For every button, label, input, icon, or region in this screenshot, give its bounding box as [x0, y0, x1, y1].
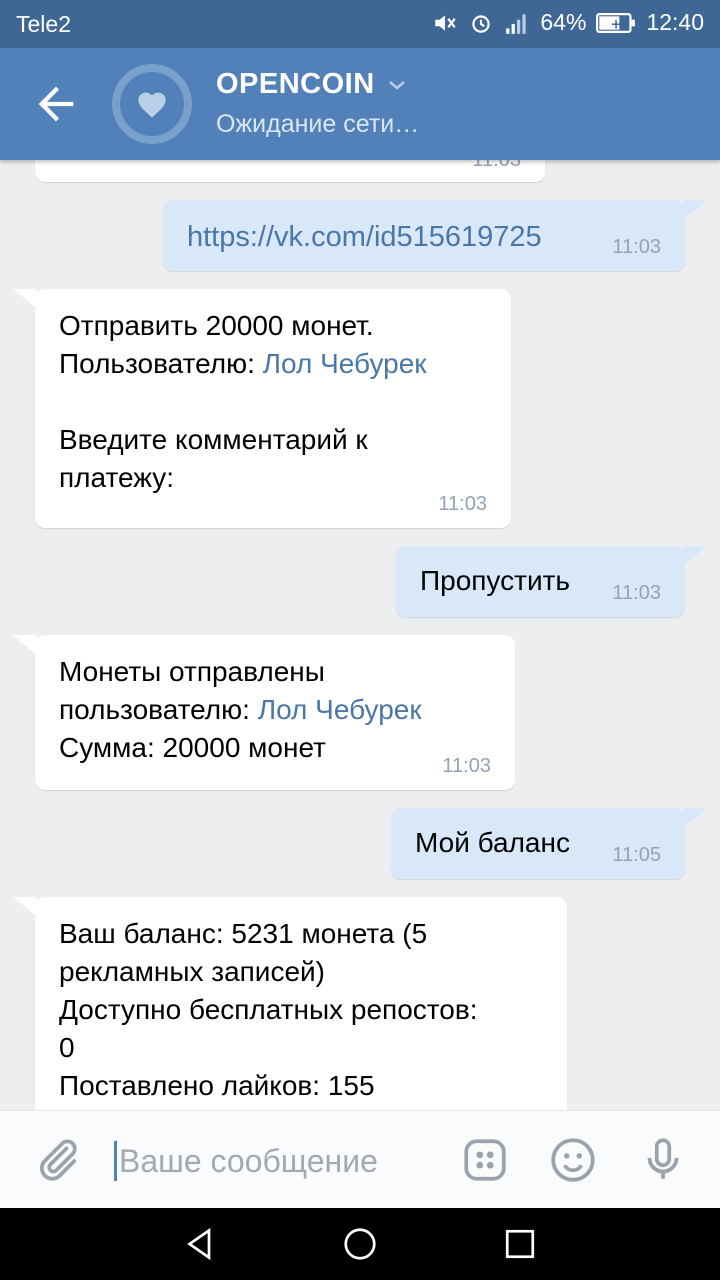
status-bar: Tele2 64% + 12:40: [0, 0, 720, 48]
message-outgoing[interactable]: https://vk.com/id515619725 11:03: [163, 200, 707, 271]
chat-status: Ожидание сети…: [216, 110, 420, 138]
message-incoming[interactable]: Монеты отправлены пользователю: Лол Чебу…: [13, 635, 515, 790]
message-line: Монеты отправлены: [59, 656, 325, 687]
keyboard-apps-icon[interactable]: [460, 1135, 510, 1185]
user-link[interactable]: Лол Чебурек: [258, 694, 422, 725]
message-time: 11:03: [438, 493, 487, 515]
message-link[interactable]: https://vk.com/id515619725: [187, 218, 542, 256]
chevron-down-icon: [388, 80, 405, 90]
message-text: Пользователю:: [59, 348, 263, 379]
clock: 12:40: [646, 9, 704, 35]
message-composer: Ваше сообщение: [0, 1110, 720, 1209]
message-line: платежу:: [59, 462, 175, 493]
message-text: Пропустить: [420, 565, 570, 596]
message-outgoing[interactable]: Мой баланс 11:05: [391, 808, 707, 879]
message-text: пользователю:: [59, 694, 258, 725]
battery-percent: 64%: [540, 9, 587, 35]
message-line: Ваш баланс: 5231 монета (5: [59, 918, 428, 949]
chat-title[interactable]: OPENCOIN: [216, 68, 407, 101]
microphone-icon[interactable]: [638, 1135, 688, 1185]
nav-recents-icon[interactable]: [502, 1226, 538, 1262]
message-list[interactable]: 11:03 https://vk.com/id515619725 11:03 О…: [0, 160, 720, 1110]
message-input[interactable]: Ваше сообщение: [114, 1141, 378, 1181]
user-link[interactable]: Лол Чебурек: [263, 348, 427, 379]
svg-text:+: +: [611, 17, 622, 32]
message-outgoing[interactable]: Пропустить 11:03: [396, 546, 707, 617]
message-line: Поставлено лайков: 155: [59, 1070, 375, 1101]
chat-header: OPENCOIN Ожидание сети…: [0, 48, 720, 160]
carrier-label: Tele2: [16, 11, 71, 37]
chat-title-text: OPENCOIN: [216, 68, 375, 100]
message-line: рекламных записей): [59, 956, 325, 987]
message-time: 11:03: [612, 236, 661, 258]
message-incoming[interactable]: 11:03: [35, 160, 545, 182]
battery-icon: +: [596, 12, 636, 33]
alarm-icon: [472, 14, 491, 33]
message-time: 11:03: [612, 582, 661, 604]
message-line: Пользователю: Лол Чебурек: [59, 345, 487, 383]
message-incoming[interactable]: Отправить 20000 монет. Пользователю: Лол…: [13, 289, 511, 528]
avatar[interactable]: [112, 64, 192, 144]
message-incoming[interactable]: Ваш баланс: 5231 монета (5 рекламных зап…: [13, 897, 567, 1110]
back-arrow-icon[interactable]: [30, 78, 82, 130]
smile-icon[interactable]: [548, 1135, 598, 1185]
mute-icon: [435, 14, 457, 31]
status-icons: 64% + 12:40: [432, 9, 704, 36]
system-navbar: [0, 1208, 720, 1280]
heart-icon: [138, 92, 166, 118]
message-line: Введите комментарий к: [59, 424, 368, 455]
paperclip-icon[interactable]: [32, 1135, 82, 1185]
message-line: пользователю: Лол Чебурек: [59, 691, 491, 729]
message-text: Мой баланс: [415, 827, 570, 858]
message-line: Сумма: 20000 монет: [59, 732, 326, 763]
nav-back-icon[interactable]: [182, 1226, 218, 1262]
message-line: Доступно бесплатных репостов:: [59, 994, 478, 1025]
avatar-inner: [120, 72, 184, 136]
signal-icon: [506, 13, 527, 34]
message-line: Отправить 20000 монет.: [59, 310, 374, 341]
nav-home-icon[interactable]: [342, 1226, 378, 1262]
message-time: 11:05: [612, 844, 661, 866]
message-time: 11:03: [472, 160, 521, 171]
message-time: 11:03: [442, 755, 491, 777]
message-body: Ваш баланс: 5231 монета (5 рекламных зап…: [35, 897, 567, 1110]
message-line: 0: [59, 1032, 75, 1063]
message-body: Отправить 20000 монет. Пользователю: Лол…: [35, 289, 511, 517]
